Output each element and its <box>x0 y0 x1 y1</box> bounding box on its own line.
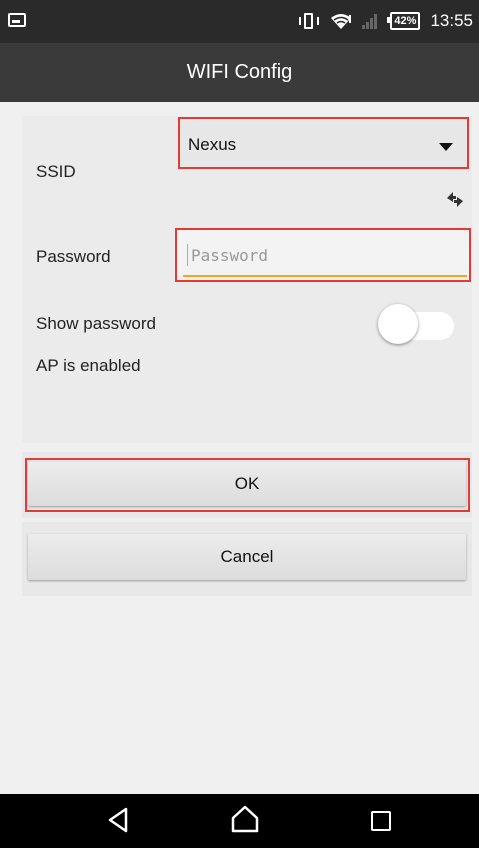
password-label: Password <box>36 247 111 266</box>
vibrate-icon <box>298 12 320 30</box>
ap-status-text: AP is enabled <box>36 356 141 375</box>
dropdown-arrow-icon <box>439 143 453 151</box>
show-password-label: Show password <box>36 314 157 333</box>
back-icon[interactable] <box>107 806 129 834</box>
password-input[interactable]: Password <box>175 228 471 282</box>
status-time: 13:55 <box>430 11 473 30</box>
navigation-bar <box>0 794 479 848</box>
ssid-dropdown[interactable]: Nexus <box>178 117 469 169</box>
input-underline <box>183 275 467 277</box>
home-icon[interactable] <box>230 804 260 834</box>
switch-knob <box>378 304 418 344</box>
app-title: WIFI Config <box>0 43 479 102</box>
show-password-switch[interactable] <box>378 304 454 344</box>
cancel-button[interactable]: Cancel <box>28 534 466 580</box>
ssid-label: SSID <box>36 162 76 181</box>
screenshot-notification-icon <box>8 13 26 27</box>
cell-signal-icon <box>362 13 380 29</box>
wifi-icon <box>331 14 352 29</box>
cancel-button-container: Cancel <box>22 522 472 596</box>
status-icons: 42% 13:55 <box>298 10 473 32</box>
refresh-icon[interactable] <box>444 188 466 210</box>
recent-apps-icon[interactable] <box>371 811 391 831</box>
password-placeholder: Password <box>191 246 269 265</box>
text-cursor <box>187 244 188 266</box>
battery-indicator: 42% <box>387 12 421 30</box>
ssid-selected-value: Nexus <box>188 135 237 154</box>
ok-highlight-box <box>25 458 470 512</box>
status-bar: 42% 13:55 <box>0 0 479 43</box>
